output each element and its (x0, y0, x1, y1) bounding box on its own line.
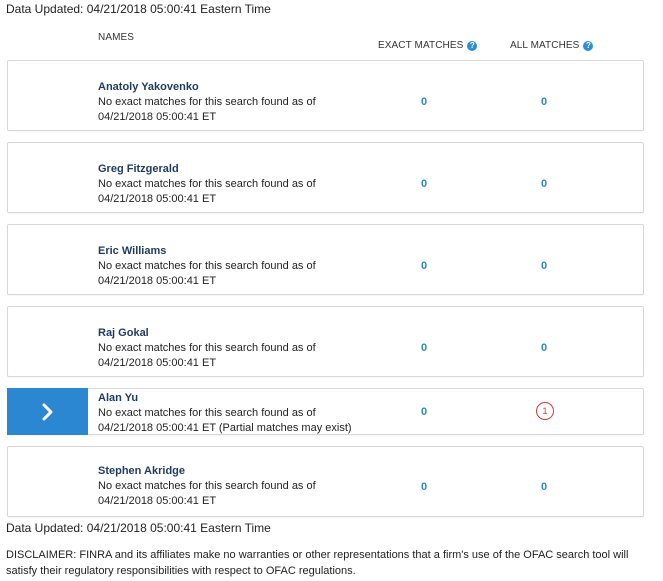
disclaimer-text: DISCLAIMER: FINRA and its affiliates mak… (6, 549, 629, 577)
exact-matches-count[interactable]: 0 (421, 481, 427, 493)
result-message: No exact matches for this search found a… (98, 479, 378, 509)
names-column-header: NAMES (98, 32, 135, 43)
all-matches-count[interactable]: 0 (541, 178, 547, 190)
exact-matches-count[interactable]: 0 (421, 178, 427, 190)
result-row[interactable]: Eric Williams No exact matches for this … (7, 224, 644, 295)
all-matches-count[interactable]: 0 (541, 481, 547, 493)
result-row[interactable]: Stephen Akridge No exact matches for thi… (7, 446, 644, 517)
result-message-line: 04/21/2018 05:00:41 ET (Partial matches … (98, 422, 352, 434)
expand-row-button[interactable] (7, 388, 88, 435)
all-matches-column-header: ALL MATCHES ? (510, 40, 594, 51)
all-matches-count-badge[interactable]: 1 (536, 402, 554, 420)
all-matches-label: ALL MATCHES (510, 40, 580, 51)
result-message-line: No exact matches for this search found a… (98, 342, 316, 354)
results-header: NAMES EXACT MATCHES ? ALL MATCHES ? (0, 32, 663, 54)
result-message-line: 04/21/2018 05:00:41 ET (98, 111, 217, 123)
exact-matches-count[interactable]: 0 (421, 260, 427, 272)
result-message-line: 04/21/2018 05:00:41 ET (98, 275, 217, 287)
exact-matches-label: EXACT MATCHES (378, 40, 464, 51)
result-message-line: 04/21/2018 05:00:41 ET (98, 495, 217, 507)
result-name: Alan Yu (98, 392, 139, 404)
help-icon[interactable]: ? (467, 40, 478, 51)
result-name: Greg Fitzgerald (98, 163, 179, 175)
result-row[interactable]: Raj Gokal No exact matches for this sear… (7, 306, 644, 377)
result-message: No exact matches for this search found a… (98, 406, 398, 436)
chevron-right-icon (42, 403, 52, 420)
result-name: Stephen Akridge (98, 465, 185, 477)
help-icon[interactable]: ? (583, 40, 594, 51)
result-message-line: No exact matches for this search found a… (98, 480, 316, 492)
result-message-line: No exact matches for this search found a… (98, 96, 316, 108)
exact-matches-count[interactable]: 0 (421, 96, 427, 108)
all-matches-count[interactable]: 0 (541, 96, 547, 108)
result-message-line: No exact matches for this search found a… (98, 407, 316, 419)
result-message-line: 04/21/2018 05:00:41 ET (98, 357, 217, 369)
result-message: No exact matches for this search found a… (98, 95, 378, 125)
exact-matches-column-header: EXACT MATCHES ? (378, 40, 478, 51)
result-name: Anatoly Yakovenko (98, 81, 199, 93)
exact-matches-count[interactable]: 0 (421, 406, 427, 418)
result-row[interactable]: Greg Fitzgerald No exact matches for thi… (7, 142, 644, 213)
all-matches-count[interactable]: 0 (541, 342, 547, 354)
result-message: No exact matches for this search found a… (98, 177, 378, 207)
data-updated-bottom: Data Updated: 04/21/2018 05:00:41 Easter… (6, 521, 271, 535)
result-message-line: No exact matches for this search found a… (98, 260, 316, 272)
result-row-selected[interactable]: Alan Yu No exact matches for this search… (7, 388, 644, 435)
result-name: Eric Williams (98, 245, 167, 257)
result-message-line: 04/21/2018 05:00:41 ET (98, 193, 217, 205)
data-updated-top: Data Updated: 04/21/2018 05:00:41 Easter… (6, 2, 271, 16)
all-matches-count[interactable]: 0 (541, 260, 547, 272)
result-message: No exact matches for this search found a… (98, 341, 378, 371)
exact-matches-count[interactable]: 0 (421, 342, 427, 354)
result-message-line: No exact matches for this search found a… (98, 178, 316, 190)
result-name: Raj Gokal (98, 327, 149, 339)
result-row[interactable]: Anatoly Yakovenko No exact matches for t… (7, 60, 644, 131)
result-message: No exact matches for this search found a… (98, 259, 378, 289)
